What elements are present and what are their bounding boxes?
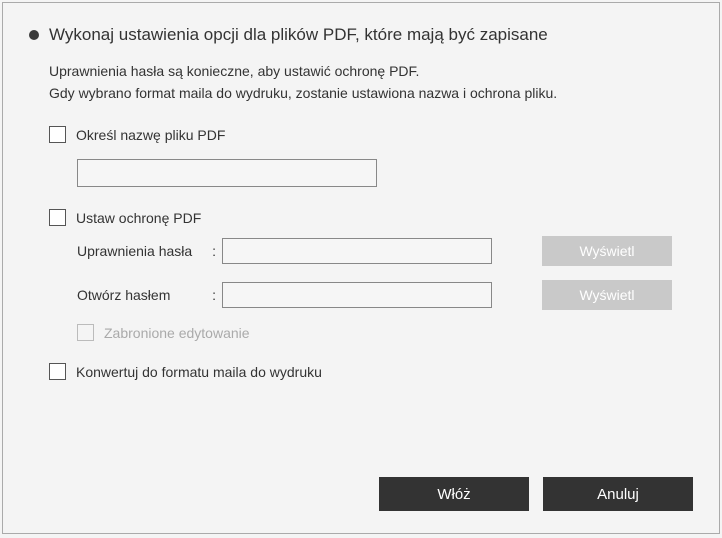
checkbox-convert-mail[interactable] (49, 363, 66, 380)
input-open-password[interactable] (222, 282, 492, 308)
checkbox-set-protection[interactable] (49, 209, 66, 226)
label-permissions-password: Uprawnienia hasła: (77, 243, 222, 259)
description-line1: Uprawnienia hasła są konieczne, aby usta… (49, 61, 693, 83)
insert-button[interactable]: Włóż (379, 477, 529, 511)
description-line2: Gdy wybrano format maila do wydruku, zos… (49, 83, 693, 105)
cancel-button[interactable]: Anuluj (543, 477, 693, 511)
section-filename: Określ nazwę pliku PDF (49, 126, 693, 187)
checkbox-prohibit-editing (77, 324, 94, 341)
button-show-permissions[interactable]: Wyświetl (542, 236, 672, 266)
label-open-password: Otwórz hasłem: (77, 287, 222, 303)
pdf-options-dialog: Wykonaj ustawienia opcji dla plików PDF,… (2, 2, 720, 534)
bullet-icon (29, 30, 39, 40)
input-filename[interactable] (77, 159, 377, 187)
checkbox-specify-filename[interactable] (49, 126, 66, 143)
row-permissions-password: Uprawnienia hasła: Wyświetl (77, 236, 693, 266)
section-convert-mail: Konwertuj do formatu maila do wydruku (49, 363, 693, 380)
footer-buttons: Włóż Anuluj (379, 477, 693, 511)
label-set-protection: Ustaw ochronę PDF (76, 210, 201, 226)
description-block: Uprawnienia hasła są konieczne, aby usta… (49, 61, 693, 104)
label-specify-filename: Określ nazwę pliku PDF (76, 127, 225, 143)
row-prohibit-editing: Zabronione edytowanie (77, 324, 693, 341)
dialog-title: Wykonaj ustawienia opcji dla plików PDF,… (49, 25, 548, 45)
label-prohibit-editing: Zabronione edytowanie (104, 325, 250, 341)
input-permissions-password[interactable] (222, 238, 492, 264)
button-show-open[interactable]: Wyświetl (542, 280, 672, 310)
label-convert-mail: Konwertuj do formatu maila do wydruku (76, 364, 322, 380)
section-protection: Ustaw ochronę PDF Uprawnienia hasła: Wyś… (49, 209, 693, 341)
row-open-password: Otwórz hasłem: Wyświetl (77, 280, 693, 310)
title-row: Wykonaj ustawienia opcji dla plików PDF,… (29, 25, 693, 45)
